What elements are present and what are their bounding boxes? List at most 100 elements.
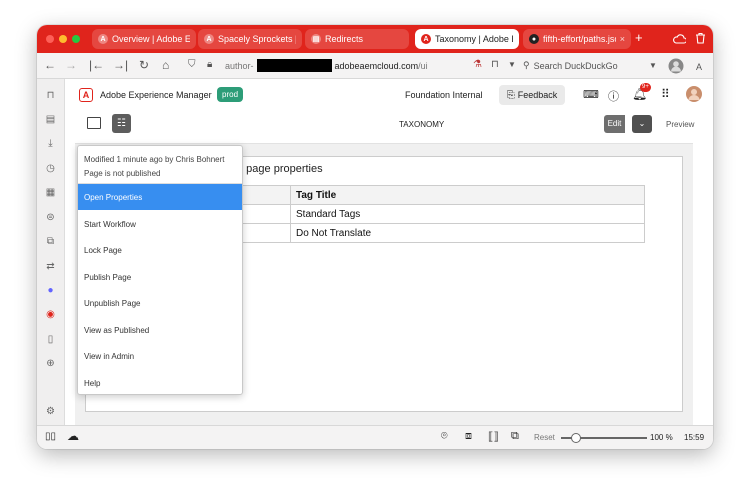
- clock: 15:59: [684, 433, 705, 442]
- aem-header: A Adobe Experience Manager prod Foundati…: [65, 79, 713, 111]
- zoom-slider-thumb[interactable]: [571, 433, 581, 443]
- tab-bar: A Overview | Adobe Expe A Spacely Sprock…: [37, 25, 713, 53]
- reader-icon[interactable]: A: [696, 60, 702, 74]
- menu-item-unpublish-page[interactable]: Unpublish Page: [78, 290, 242, 316]
- chevron-down-icon[interactable]: ⌄: [632, 115, 652, 133]
- first-page-icon[interactable]: |←: [89, 58, 104, 72]
- lock-icon[interactable]: 🔒︎: [207, 58, 212, 72]
- app-title: Adobe Experience Manager: [100, 90, 212, 100]
- back-icon[interactable]: ←: [44, 58, 56, 72]
- panel-toggle-icon[interactable]: ▯▯: [45, 431, 56, 442]
- adobe-logo-icon: A: [79, 88, 93, 102]
- close-window-button[interactable]: [46, 35, 54, 43]
- table-row: Standard Tags: [201, 204, 645, 224]
- reading-list-icon[interactable]: ▤: [44, 113, 57, 126]
- page-actions-icon[interactable]: ⟦⟧: [488, 430, 499, 443]
- menu-item-start-workflow[interactable]: Start Workflow: [78, 211, 242, 237]
- vivaldi-icon[interactable]: ◉: [44, 308, 57, 321]
- page-info-menu: Modified 1 minute ago by Chris Bohnert P…: [77, 145, 243, 395]
- translate-icon[interactable]: ⧉: [44, 235, 57, 248]
- preview-button[interactable]: Preview: [666, 120, 694, 129]
- org-switcher[interactable]: Foundation Internal: [405, 90, 483, 100]
- document-icon: ▤: [311, 34, 321, 44]
- calendar-icon[interactable]: ▦: [44, 186, 57, 199]
- shield-icon[interactable]: ⛉: [188, 58, 196, 72]
- menu-item-publish-page[interactable]: Publish Page: [78, 264, 242, 290]
- tile-icon[interactable]: ⧈: [465, 430, 472, 443]
- redacted-block: [256, 59, 332, 72]
- tab-spacely-sprockets[interactable]: A Spacely Sprockets | AE: [198, 29, 302, 49]
- add-panel-icon[interactable]: ⊕: [44, 357, 57, 370]
- new-tab-button[interactable]: +: [635, 30, 643, 45]
- history-icon[interactable]: ◷: [44, 162, 57, 175]
- trash-icon[interactable]: [695, 32, 706, 44]
- reload-icon[interactable]: ↻: [139, 58, 149, 72]
- menu-item-lock-page[interactable]: Lock Page: [78, 237, 242, 263]
- feedback-button[interactable]: ⎘ Feedback: [499, 85, 565, 105]
- tab-overview[interactable]: A Overview | Adobe Expe: [92, 29, 196, 49]
- feedback-label: Feedback: [517, 90, 558, 100]
- tab-paths-json[interactable]: ● fifth-effort/paths.json ×: [523, 29, 631, 49]
- tab-label: Overview | Adobe Expe: [112, 34, 190, 44]
- feedback-icon: ⎘: [506, 89, 515, 101]
- modified-text: Modified 1 minute ago by Chris Bohnert: [84, 155, 225, 164]
- bookmark-icon[interactable]: ⊓: [491, 58, 499, 72]
- zoom-slider[interactable]: [561, 433, 647, 443]
- search-field[interactable]: ⚲ Search DuckDuckGo: [523, 57, 663, 74]
- zoom-window-button[interactable]: [72, 35, 80, 43]
- download-icon[interactable]: ⤓: [44, 137, 57, 150]
- tab-taxonomy[interactable]: A Taxonomy | Adobe Exp: [415, 29, 519, 49]
- table-header-row: Tag Title: [201, 185, 645, 205]
- extension-icon[interactable]: ⚗: [473, 58, 482, 72]
- search-icon: ⚲: [523, 60, 530, 70]
- images-icon[interactable]: ⧉: [511, 430, 519, 443]
- cloud-icon[interactable]: [673, 33, 686, 44]
- close-tab-icon[interactable]: ×: [620, 34, 625, 44]
- toggle-side-panel-icon[interactable]: [87, 117, 101, 129]
- search-placeholder: Search DuckDuckGo: [533, 60, 618, 71]
- zoom-level: 100 %: [650, 433, 673, 442]
- publish-status-text: Page is not published: [84, 169, 161, 178]
- editor-toolbar: ☷ TAXONOMY Edit ⌄ Preview ⚙: [65, 111, 713, 137]
- cloud-icon[interactable]: ☁︎: [67, 429, 79, 443]
- last-page-icon[interactable]: →|: [113, 58, 128, 72]
- minimize-window-button[interactable]: [59, 35, 67, 43]
- edit-mode-button[interactable]: Edit: [604, 115, 625, 133]
- adobe-icon: A: [421, 34, 431, 44]
- zoom-reset-button[interactable]: Reset: [534, 433, 555, 442]
- url-prefix: author-: [225, 60, 254, 71]
- tab-label: Spacely Sprockets | AE: [218, 34, 296, 44]
- page-information-icon[interactable]: ☷: [112, 114, 131, 133]
- mastodon-icon[interactable]: ●: [44, 284, 57, 297]
- comment-icon[interactable]: ⌨: [583, 88, 599, 101]
- menu-item-help[interactable]: Help: [78, 370, 242, 396]
- settings-icon[interactable]: ⚙: [44, 405, 57, 418]
- search-engine-dropdown-icon[interactable]: ▼: [649, 59, 657, 73]
- help-icon[interactable]: ⓘ: [608, 88, 619, 104]
- page-heading: n page properties: [237, 163, 323, 175]
- github-icon: ●: [529, 34, 539, 44]
- menu-item-open-properties[interactable]: Open Properties: [78, 184, 242, 210]
- table-row: Do Not Translate: [201, 223, 645, 243]
- tab-redirects[interactable]: ▤ Redirects: [305, 29, 409, 49]
- menu-item-view-in-admin[interactable]: View in Admin: [78, 343, 242, 369]
- notes-icon[interactable]: ▯: [44, 333, 57, 346]
- page-status-info: Modified 1 minute ago by Chris Bohnert P…: [84, 153, 225, 181]
- forward-icon[interactable]: →: [65, 58, 77, 72]
- profile-avatar-icon[interactable]: [668, 58, 684, 74]
- tab-label: Taxonomy | Adobe Exp: [435, 34, 513, 44]
- menu-item-view-as-published[interactable]: View as Published: [78, 317, 242, 343]
- capture-icon[interactable]: ⌾: [441, 430, 448, 443]
- mail-icon[interactable]: ⊜: [44, 211, 57, 224]
- address-toolbar: ← → |← →| ↻ ⌂ ⛉ 🔒︎ author- adobeaemcloud…: [37, 53, 713, 79]
- status-bar: ▯▯ ☁︎ ⌾ ⧈ ⟦⟧ ⧉ Reset 100 % 15:59: [37, 425, 713, 449]
- apps-grid-icon[interactable]: ⠿: [661, 87, 670, 101]
- adobe-icon: A: [204, 34, 214, 44]
- user-avatar[interactable]: [686, 86, 702, 102]
- home-icon[interactable]: ⌂: [162, 58, 169, 72]
- tab-label: fifth-effort/paths.json: [543, 34, 616, 44]
- chevron-down-icon[interactable]: ▼: [508, 58, 516, 72]
- sync-icon[interactable]: ⇄: [44, 260, 57, 273]
- bookmark-icon[interactable]: ⊓: [44, 89, 57, 102]
- tags-table: Tag Title Standard Tags Do Not Translate: [201, 185, 645, 243]
